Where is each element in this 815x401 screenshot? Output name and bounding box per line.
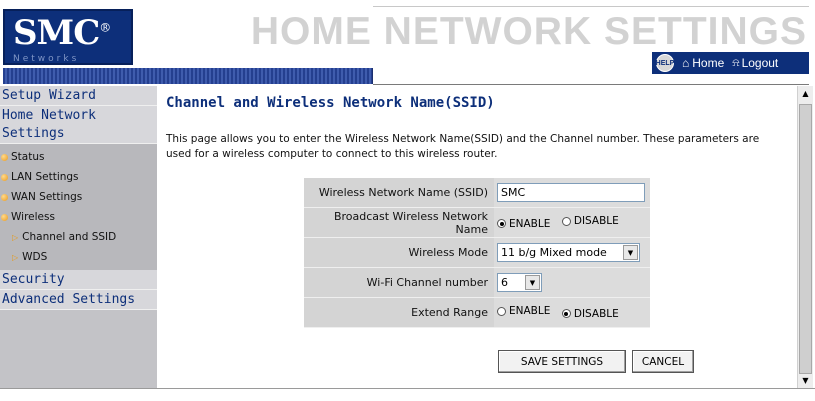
broadcast-enable-radio[interactable]: ENABLE <box>497 218 550 230</box>
logo-subtitle: Networks <box>13 54 80 64</box>
ssid-cell: SMC <box>494 178 650 208</box>
nav-sub-wds[interactable]: ▷ WDS <box>0 247 157 267</box>
vertical-scrollbar[interactable]: ▲ ▼ <box>797 86 813 388</box>
nav-item-label: LAN Settings <box>11 171 79 183</box>
logout-label: Logout <box>741 56 779 70</box>
radio-label: DISABLE <box>573 307 619 320</box>
mode-label: Wireless Mode <box>304 238 494 268</box>
nav-submenu: Status LAN Settings WAN Settings Wireles… <box>0 144 157 270</box>
page-description: This page allows you to enter the Wirele… <box>166 133 760 160</box>
nav-item-label: Status <box>11 151 45 163</box>
nav-setup-wizard[interactable]: Setup Wizard <box>0 86 157 106</box>
logout-icon: ⍾ <box>732 56 740 69</box>
broadcast-cell: ENABLE DISABLE <box>494 208 650 238</box>
nav-security[interactable]: Security <box>0 270 157 290</box>
select-value: 6 <box>501 276 508 289</box>
sidebar: Setup Wizard Home Network Settings Statu… <box>0 86 157 401</box>
main-content: Channel and Wireless Network Name(SSID) … <box>157 86 797 388</box>
ssid-input[interactable]: SMC <box>497 183 645 202</box>
bullet-icon <box>1 213 8 221</box>
radio-checked-icon <box>561 309 571 319</box>
home-label: Home <box>692 56 725 70</box>
extend-row: Extend Range ENABLE DISABLE <box>304 298 650 328</box>
bullet-icon <box>1 193 8 201</box>
broadcast-label: Broadcast Wireless Network Name <box>304 208 494 238</box>
page-banner: HOME NETWORK SETTINGS <box>250 10 807 53</box>
settings-table: Wireless Network Name (SSID) SMC Broadca… <box>304 178 650 328</box>
radio-label: DISABLE <box>573 215 619 228</box>
extend-label: Extend Range <box>304 298 494 328</box>
channel-cell: 6 ▼ <box>494 268 650 298</box>
scroll-down-icon[interactable]: ▼ <box>798 373 813 388</box>
channel-row: Wi-Fi Channel number 6 ▼ <box>304 268 650 298</box>
page-title: Channel and Wireless Network Name(SSID) <box>166 95 495 111</box>
dropdown-arrow-icon: ▼ <box>525 275 540 290</box>
nav-sub-label: Channel and SSID <box>22 231 117 243</box>
nav-item-label: Wireless <box>11 211 55 223</box>
nav-item-status[interactable]: Status <box>0 147 157 167</box>
mode-cell: 11 b/g Mixed mode ▼ <box>494 238 650 268</box>
bottom-edge <box>0 388 815 401</box>
header: SMC® Networks HOME NETWORK SETTINGS HELP… <box>0 0 815 86</box>
scroll-thumb[interactable] <box>799 104 812 374</box>
extend-disable-radio[interactable]: DISABLE <box>561 307 619 320</box>
wireless-mode-select[interactable]: 11 b/g Mixed mode ▼ <box>497 243 640 262</box>
dropdown-arrow-icon: ▼ <box>623 245 638 260</box>
cancel-button[interactable]: CANCEL <box>632 350 694 373</box>
extend-cell: ENABLE DISABLE <box>494 298 650 328</box>
scroll-up-icon[interactable]: ▲ <box>798 86 813 101</box>
broadcast-row: Broadcast Wireless Network Name ENABLE D… <box>304 208 650 238</box>
header-divider-bottom <box>373 84 809 85</box>
logo-registered-mark: ® <box>99 20 111 35</box>
radio-unchecked-icon <box>561 216 571 226</box>
logout-link[interactable]: ⍾ Logout <box>732 56 778 70</box>
save-settings-button[interactable]: SAVE SETTINGS <box>498 350 626 373</box>
nav-item-lan-settings[interactable]: LAN Settings <box>0 167 157 187</box>
bullet-icon <box>1 153 8 161</box>
radio-unchecked-icon <box>497 306 506 316</box>
nav-item-wan-settings[interactable]: WAN Settings <box>0 187 157 207</box>
ssid-label: Wireless Network Name (SSID) <box>304 178 494 208</box>
ssid-row: Wireless Network Name (SSID) SMC <box>304 178 650 208</box>
logo-text: SMC <box>13 13 100 53</box>
bullet-icon <box>1 173 8 181</box>
arrow-right-icon: ▷ <box>12 252 19 262</box>
home-link[interactable]: ⌂ Home <box>682 56 724 70</box>
channel-select[interactable]: 6 ▼ <box>497 273 542 292</box>
radio-label: ENABLE <box>509 305 551 318</box>
select-value: 11 b/g Mixed mode <box>501 246 607 259</box>
nav-item-label: WAN Settings <box>11 191 83 203</box>
nav-sub-channel-ssid[interactable]: ▷ Channel and SSID <box>0 227 157 247</box>
nav-advanced-settings[interactable]: Advanced Settings <box>0 290 157 310</box>
mode-row: Wireless Mode 11 b/g Mixed mode ▼ <box>304 238 650 268</box>
arrow-right-icon: ▷ <box>12 232 19 242</box>
radio-checked-icon <box>497 219 506 229</box>
header-stripe <box>3 68 373 84</box>
channel-label: Wi-Fi Channel number <box>304 268 494 298</box>
header-divider <box>373 6 809 7</box>
top-nav: HELP ⌂ Home ⍾ Logout <box>652 52 809 74</box>
broadcast-disable-radio[interactable]: DISABLE <box>561 215 619 228</box>
help-icon[interactable]: HELP <box>656 54 674 72</box>
nav-home-network-settings[interactable]: Home Network Settings <box>0 106 157 144</box>
smc-logo: SMC® Networks <box>3 9 133 65</box>
radio-label: ENABLE <box>509 217 551 230</box>
nav-sub-label: WDS <box>22 251 48 263</box>
home-icon: ⌂ <box>682 56 690 70</box>
extend-enable-radio[interactable]: ENABLE <box>497 305 550 317</box>
nav-item-wireless[interactable]: Wireless <box>0 207 157 227</box>
